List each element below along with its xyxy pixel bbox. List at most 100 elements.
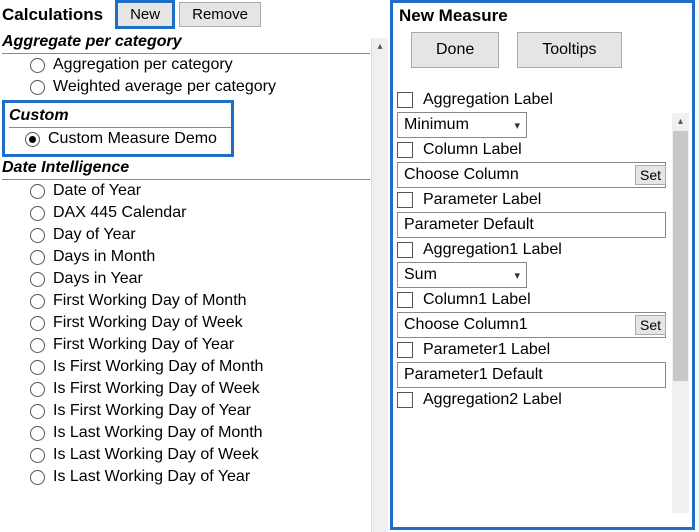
checkbox-icon[interactable]: [397, 192, 413, 208]
parameter1-default-field[interactable]: Parameter1 Default: [397, 362, 666, 388]
radio-icon[interactable]: [30, 206, 45, 221]
checkbox-icon[interactable]: [397, 292, 413, 308]
radio-date-item[interactable]: Is Last Working Day of Year: [2, 466, 390, 488]
scroll-up-icon[interactable]: ▴: [372, 38, 388, 55]
radio-label: Is Last Working Day of Year: [53, 468, 250, 486]
calculations-header: Calculations New Remove: [2, 2, 390, 31]
radio-label: Is First Working Day of Month: [53, 358, 263, 376]
radio-date-item[interactable]: DAX 445 Calendar: [2, 202, 390, 224]
radio-icon[interactable]: [30, 228, 45, 243]
radio-icon[interactable]: [30, 360, 45, 375]
aggregation-label-row[interactable]: Aggregation Label: [397, 88, 666, 112]
new-measure-title: New Measure: [393, 3, 692, 28]
radio-date-item[interactable]: Date of Year: [2, 180, 390, 202]
column1-label-row[interactable]: Column1 Label: [397, 288, 666, 312]
calculations-panel: Calculations New Remove Aggregate per ca…: [0, 0, 390, 532]
chevron-down-icon: ▾: [514, 269, 520, 282]
checkbox-icon[interactable]: [397, 392, 413, 408]
radio-icon[interactable]: [30, 250, 45, 265]
radio-date-item[interactable]: First Working Day of Year: [2, 334, 390, 356]
chevron-down-icon: ▾: [514, 119, 520, 132]
field-value: Choose Column1: [404, 316, 528, 334]
tooltips-button[interactable]: Tooltips: [517, 32, 621, 68]
radio-agg-per-category[interactable]: Aggregation per category: [2, 54, 390, 76]
radio-label: Custom Measure Demo: [48, 130, 217, 148]
dropdown-value: Sum: [404, 266, 437, 284]
parameter1-label-row[interactable]: Parameter1 Label: [397, 338, 666, 362]
left-scrollbar[interactable]: ▴: [371, 38, 388, 532]
right-scrollbar[interactable]: ▴: [672, 113, 689, 513]
radio-icon[interactable]: [30, 272, 45, 287]
radio-icon[interactable]: [30, 338, 45, 353]
checkbox-icon[interactable]: [397, 92, 413, 108]
radio-label: Days in Year: [53, 270, 143, 288]
checkbox-icon[interactable]: [397, 142, 413, 158]
scrollbar-thumb[interactable]: [673, 131, 688, 381]
radio-date-item[interactable]: Is First Working Day of Week: [2, 378, 390, 400]
radio-icon[interactable]: [30, 448, 45, 463]
date-intelligence-list: Date of Year DAX 445 Calendar Day of Year D…: [2, 180, 390, 488]
radio-label: Day of Year: [53, 226, 136, 244]
remove-button[interactable]: Remove: [179, 2, 261, 27]
scroll-up-icon[interactable]: ▴: [672, 113, 689, 130]
set-button[interactable]: Set: [635, 165, 666, 185]
radio-date-item[interactable]: Days in Month: [2, 246, 390, 268]
checkbox-icon[interactable]: [397, 242, 413, 258]
radio-date-item[interactable]: First Working Day of Month: [2, 290, 390, 312]
set-button[interactable]: Set: [635, 315, 666, 335]
aggregation-dropdown[interactable]: Minimum ▾: [397, 112, 527, 138]
field-value: Parameter1 Default: [404, 366, 543, 384]
checkbox-label: Column Label: [423, 141, 522, 159]
aggregation1-label-row[interactable]: Aggregation1 Label: [397, 238, 666, 262]
aggregation2-label-row[interactable]: Aggregation2 Label: [397, 388, 666, 412]
dropdown-value: Minimum: [404, 116, 469, 134]
checkbox-label: Aggregation Label: [423, 91, 553, 109]
group-date-label: Date Intelligence: [2, 157, 370, 180]
radio-icon[interactable]: [25, 132, 40, 147]
column-label-row[interactable]: Column Label: [397, 138, 666, 162]
measure-body: Aggregation Label Minimum ▾ Column Label…: [393, 80, 692, 412]
radio-label: Is First Working Day of Year: [53, 402, 251, 420]
checkbox-label: Aggregation1 Label: [423, 241, 562, 259]
radio-label: Date of Year: [53, 182, 141, 200]
radio-weighted-avg[interactable]: Weighted average per category: [2, 76, 390, 98]
radio-icon[interactable]: [30, 294, 45, 309]
radio-icon[interactable]: [30, 382, 45, 397]
parameter-label-row[interactable]: Parameter Label: [397, 188, 666, 212]
radio-date-item[interactable]: First Working Day of Week: [2, 312, 390, 334]
radio-icon[interactable]: [30, 80, 45, 95]
group-aggregate-label: Aggregate per category: [2, 31, 370, 54]
radio-icon[interactable]: [30, 470, 45, 485]
radio-label: First Working Day of Week: [53, 314, 243, 332]
parameter-default-field[interactable]: Parameter Default: [397, 212, 666, 238]
radio-label: First Working Day of Year: [53, 336, 234, 354]
checkbox-label: Parameter1 Label: [423, 341, 550, 359]
radio-date-item[interactable]: Is Last Working Day of Week: [2, 444, 390, 466]
radio-icon[interactable]: [30, 404, 45, 419]
new-button[interactable]: New: [117, 2, 173, 27]
aggregation1-dropdown[interactable]: Sum ▾: [397, 262, 527, 288]
radio-label: Days in Month: [53, 248, 155, 266]
radio-icon[interactable]: [30, 184, 45, 199]
radio-date-item[interactable]: Is Last Working Day of Month: [2, 422, 390, 444]
radio-label: Is Last Working Day of Week: [53, 446, 259, 464]
radio-label: Is Last Working Day of Month: [53, 424, 263, 442]
radio-date-item[interactable]: Day of Year: [2, 224, 390, 246]
radio-label: First Working Day of Month: [53, 292, 247, 310]
done-button[interactable]: Done: [411, 32, 499, 68]
group-custom-label: Custom: [9, 105, 231, 128]
new-measure-panel: New Measure Done Tooltips Aggregation La…: [390, 0, 699, 532]
radio-date-item[interactable]: Is First Working Day of Month: [2, 356, 390, 378]
radio-icon[interactable]: [30, 316, 45, 331]
radio-icon[interactable]: [30, 58, 45, 73]
radio-date-item[interactable]: Is First Working Day of Year: [2, 400, 390, 422]
checkbox-icon[interactable]: [397, 342, 413, 358]
calculations-title: Calculations: [2, 5, 103, 25]
radio-date-item[interactable]: Days in Year: [2, 268, 390, 290]
radio-custom-measure-demo[interactable]: Custom Measure Demo: [9, 128, 231, 150]
radio-icon[interactable]: [30, 426, 45, 441]
field-value: Choose Column: [404, 166, 519, 184]
choose-column1-field[interactable]: Choose Column1 Set: [397, 312, 666, 338]
choose-column-field[interactable]: Choose Column Set: [397, 162, 666, 188]
measure-buttons: Done Tooltips: [393, 28, 692, 80]
